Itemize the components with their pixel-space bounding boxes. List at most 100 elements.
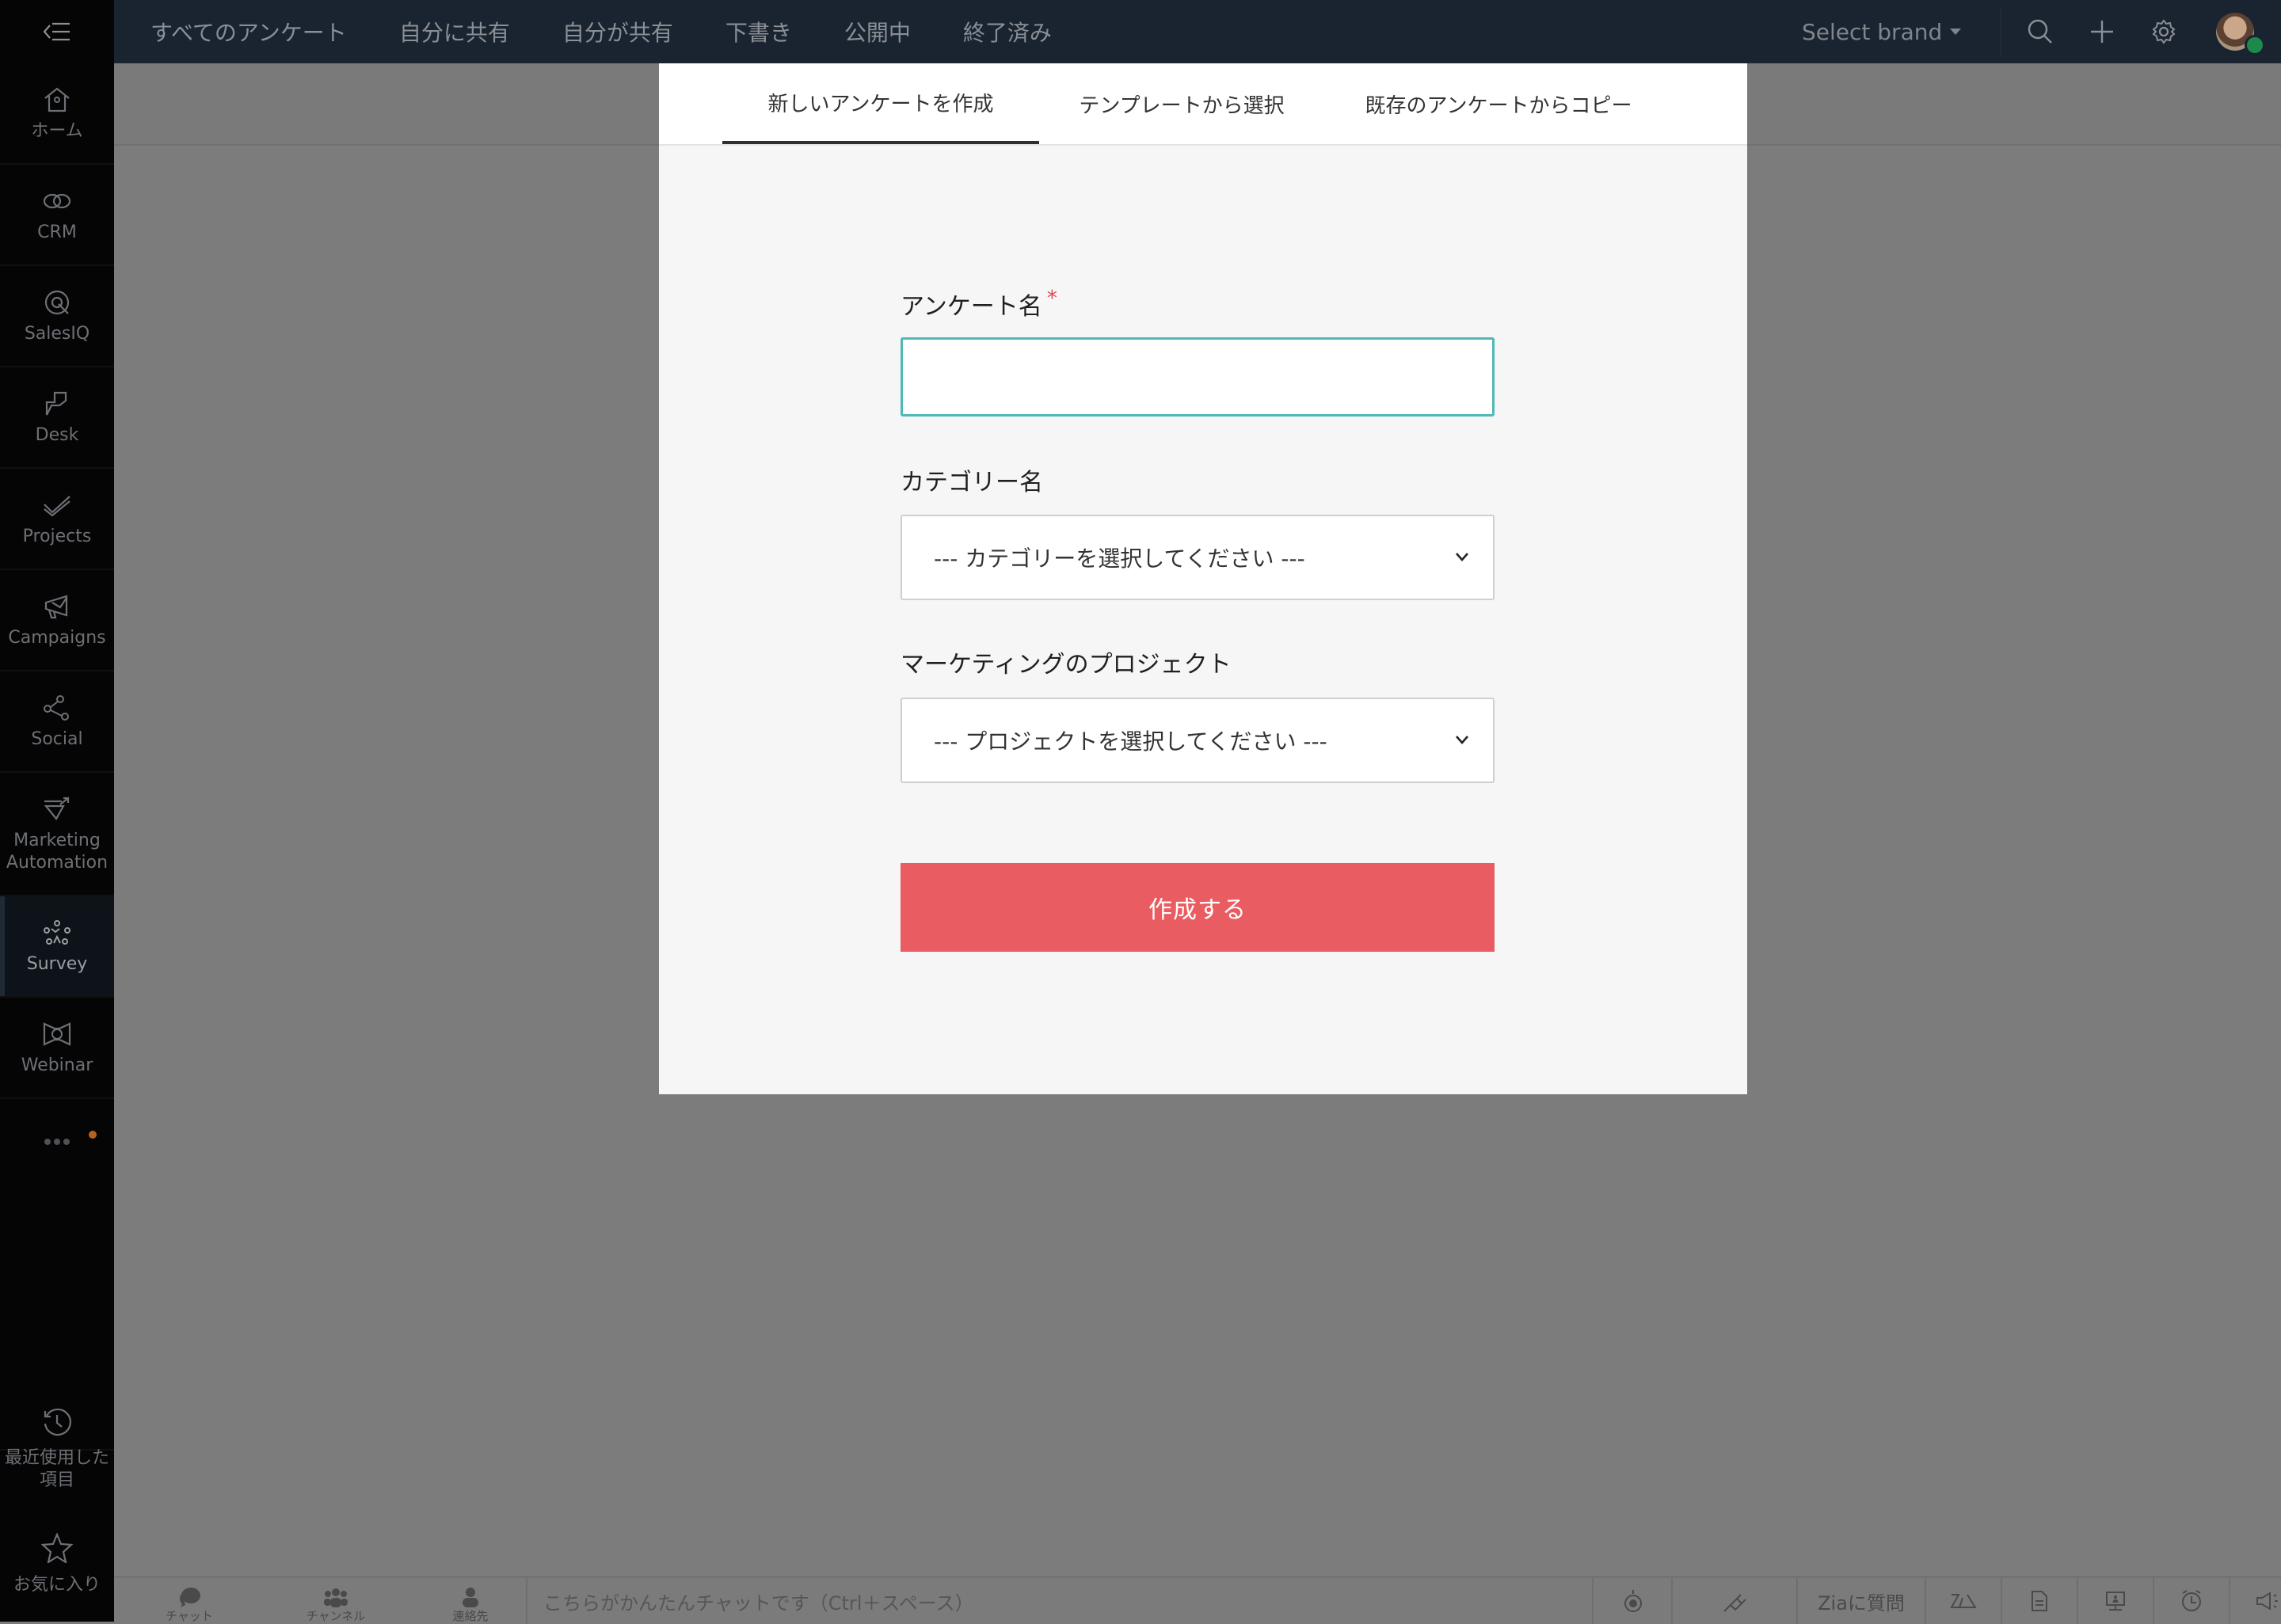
menu-toggle-button[interactable] — [0, 0, 114, 63]
create-button[interactable]: 作成する — [901, 863, 1495, 952]
funnel-icon — [41, 793, 73, 825]
zia-icon — [1950, 1594, 1977, 1608]
contacts-button[interactable]: 連絡先 — [431, 1578, 510, 1624]
group-icon — [324, 1588, 348, 1607]
nav-shared-with-me[interactable]: 自分に共有 — [399, 16, 510, 48]
ask-zia-button[interactable]: Ziaに質問 — [1798, 1578, 1926, 1624]
caret-down-icon — [1950, 29, 1962, 35]
nav-published[interactable]: 公開中 — [844, 16, 911, 48]
bot-icon — [1624, 1590, 1642, 1612]
sidebar-item-label: Webinar — [21, 1055, 93, 1075]
required-asterisk: * — [1046, 287, 1057, 310]
chat-bubble-icon — [180, 1588, 200, 1607]
category-select-value: --- カテゴリーを選択してください --- — [934, 546, 1305, 572]
megaphone-icon — [2256, 1592, 2278, 1611]
sidebar-item-label: Social — [31, 729, 83, 749]
sidebar-item-social[interactable]: Social — [0, 671, 114, 773]
modal-tabs: 新しいアンケートを作成 テンプレートから選択 既存のアンケートからコピー — [659, 63, 1747, 146]
star-icon — [41, 1533, 73, 1563]
chevron-down-icon — [1456, 553, 1468, 561]
sidebar-item-label: Projects — [22, 527, 92, 546]
gear-icon — [2152, 19, 2176, 44]
survey-name-input[interactable] — [901, 337, 1495, 416]
survey-name-label-text: アンケート名 — [901, 293, 1042, 321]
sidebar-item-desk[interactable]: Desk — [0, 367, 114, 469]
projects-icon — [41, 489, 73, 521]
nav-shared-by-me[interactable]: 自分が共有 — [562, 16, 673, 48]
bot-button[interactable] — [1595, 1578, 1673, 1624]
category-label: カテゴリー名 — [901, 469, 1043, 496]
marketing-project-select[interactable]: --- プロジェクトを選択してください --- — [901, 698, 1495, 783]
sidebar-item-salesiq[interactable]: SalesIQ — [0, 266, 114, 367]
document-icon — [2032, 1591, 2047, 1611]
alarm-clock-icon — [2182, 1590, 2201, 1611]
salesiq-icon — [41, 287, 73, 318]
zia-button[interactable] — [1926, 1578, 2002, 1624]
top-bar: すべてのアンケート 自分に共有 自分が共有 下書き 公開中 終了済み Selec… — [0, 0, 2281, 63]
sidebar-item-label: 最近使用した項目 — [4, 1448, 109, 1490]
online-status-icon — [2245, 35, 2265, 55]
sidebar-item-label: Marketing Automation — [6, 831, 109, 873]
sidebar-item-label: お気に入り — [13, 1575, 101, 1595]
sidebar-item-survey[interactable]: Survey — [0, 896, 114, 998]
notification-dot — [89, 1131, 97, 1139]
add-button[interactable] — [2086, 16, 2118, 48]
share-icon — [41, 692, 73, 724]
top-nav: すべてのアンケート 自分に共有 自分が共有 下書き 公開中 終了済み — [150, 0, 1104, 63]
tab-create-new-survey[interactable]: 新しいアンケートを作成 — [722, 63, 1039, 144]
reminder-button[interactable] — [2154, 1578, 2230, 1624]
sidebar-item-marketing-automation[interactable]: Marketing Automation — [0, 773, 114, 896]
sidebar-item-campaigns[interactable]: Campaigns — [0, 570, 114, 671]
tab-choose-template[interactable]: テンプレートから選択 — [1071, 63, 1293, 144]
sidebar-item-crm[interactable]: CRM — [0, 165, 114, 266]
sidebar-favorites[interactable]: お気に入り — [0, 1533, 114, 1596]
marketing-project-label: マーケティングのプロジェクト — [901, 651, 1232, 679]
tab-copy-existing-survey[interactable]: 既存のアンケートからコピー — [1356, 63, 1641, 144]
sidebar: ホーム CRM SalesIQ Desk Projects Campaigns … — [0, 63, 114, 1622]
project-select-value: --- プロジェクトを選択してください --- — [934, 728, 1327, 755]
plus-icon — [2091, 21, 2113, 43]
announcements-button[interactable] — [2230, 1578, 2281, 1624]
sidebar-item-label: SalesIQ — [24, 324, 90, 344]
presentation-icon — [2106, 1592, 2125, 1611]
crm-icon — [41, 185, 73, 217]
sidebar-item-projects[interactable]: Projects — [0, 469, 114, 570]
bottom-bar: チャット チャンネル 連絡先 こちらがかんたんチャットです（Ctrl＋スペース）… — [114, 1576, 2281, 1624]
nav-drafts[interactable]: 下書き — [725, 16, 792, 48]
create-survey-modal: 新しいアンケートを作成 テンプレートから選択 既存のアンケートからコピー アンケ… — [659, 63, 1747, 1094]
more-apps-button[interactable] — [0, 1093, 114, 1188]
brand-select[interactable]: Select brand — [1802, 0, 1962, 63]
category-select[interactable]: --- カテゴリーを選択してください --- — [901, 515, 1495, 600]
sidebar-recent-items[interactable]: 最近使用した項目 — [0, 1406, 114, 1492]
brand-select-label: Select brand — [1802, 18, 1943, 45]
settings-button[interactable] — [2148, 16, 2180, 48]
channels-button[interactable]: チャンネル — [284, 1578, 387, 1624]
history-icon — [44, 1408, 71, 1436]
chevron-down-icon — [1456, 736, 1468, 744]
contact-icon — [463, 1588, 478, 1607]
survey-icon — [41, 917, 73, 949]
sidebar-item-label: CRM — [37, 222, 77, 242]
sidebar-item-webinar[interactable]: Webinar — [0, 998, 114, 1099]
search-icon — [2028, 19, 2052, 44]
nav-closed[interactable]: 終了済み — [963, 16, 1052, 48]
nav-all-surveys[interactable]: すべてのアンケート — [150, 16, 347, 48]
more-dots-icon — [44, 1139, 70, 1145]
desk-icon — [41, 388, 73, 420]
sidebar-item-label: Desk — [35, 425, 79, 445]
sidebar-item-label: ホーム — [31, 121, 83, 141]
integrations-button[interactable] — [1673, 1578, 1798, 1624]
sidebar-item-label: Survey — [26, 954, 88, 974]
divider — [2000, 8, 2001, 55]
megaphone-icon — [41, 591, 73, 622]
webinar-icon — [41, 1018, 73, 1050]
survey-name-label: アンケート名 * — [901, 287, 1057, 321]
search-button[interactable] — [2024, 16, 2056, 48]
collapse-menu-icon — [43, 22, 70, 41]
quick-chat-input[interactable]: こちらがかんたんチャットです（Ctrl＋スペース） — [526, 1578, 1594, 1624]
sidebar-item-home[interactable]: ホーム — [0, 63, 114, 165]
chat-button[interactable]: チャット — [146, 1578, 233, 1624]
notes-button[interactable] — [2002, 1578, 2078, 1624]
plug-icon — [1723, 1594, 1746, 1612]
presentation-button[interactable] — [2078, 1578, 2154, 1624]
